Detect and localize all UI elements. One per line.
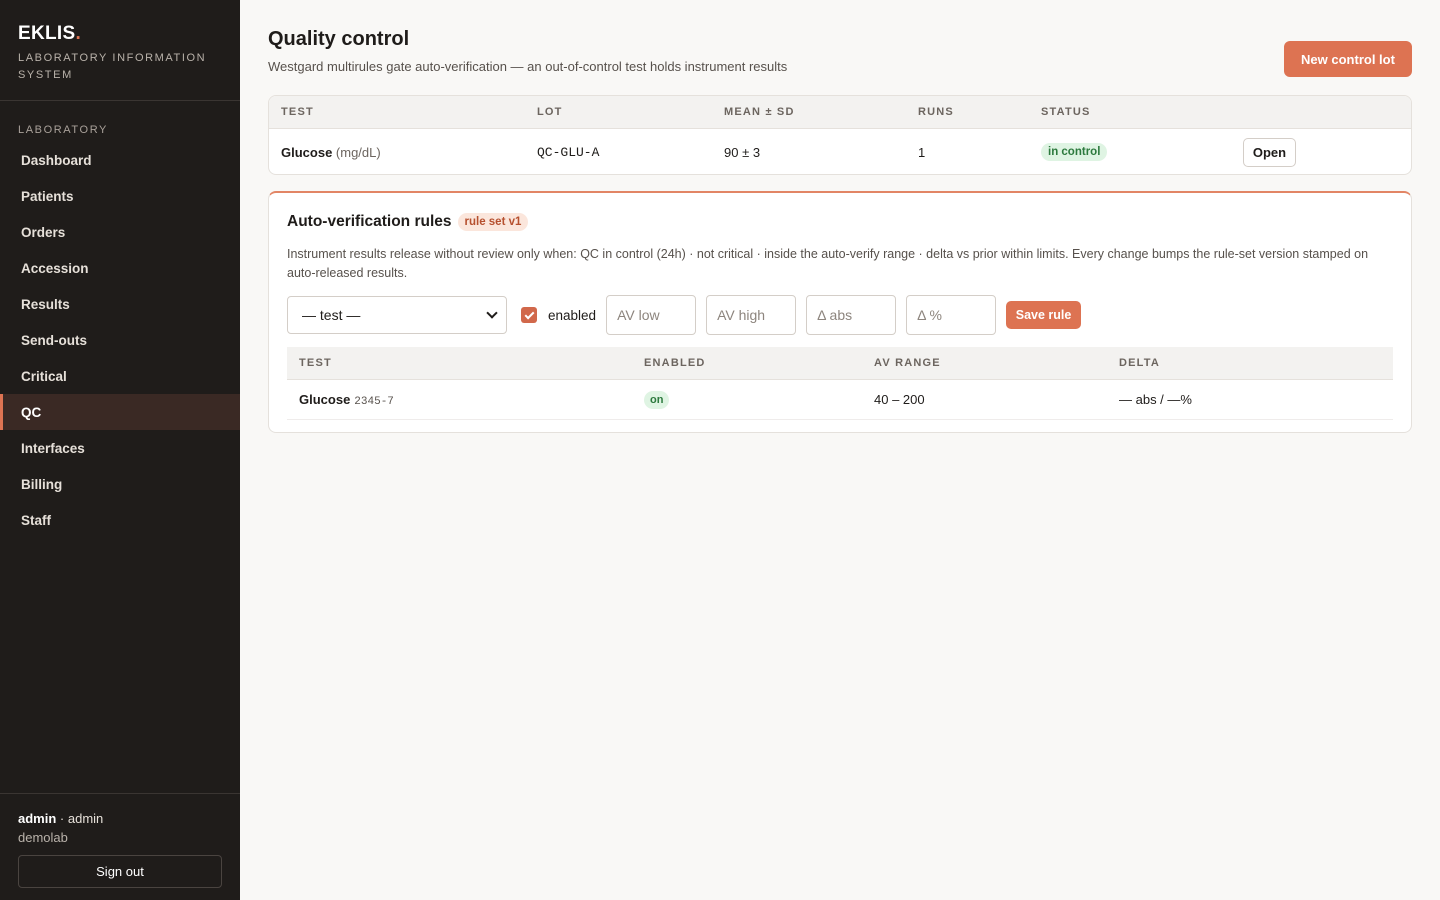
user-role: admin (67, 811, 104, 826)
page-title: Quality control (268, 28, 410, 50)
qc-lot-cell: QC-GLU-A (537, 144, 600, 160)
qc-lots-table: Test Lot Mean ± SD Runs Status Glucose (… (268, 95, 1412, 175)
qc-mean-sd-cell: 90 ± 3 (724, 144, 761, 160)
enabled-badge: on (644, 390, 670, 409)
col-header-enabled: Enabled (644, 357, 706, 369)
test-select-value: — test — (302, 307, 361, 323)
user-name: admin (18, 811, 57, 826)
table-header: Test Lot Mean ± SD Runs Status (269, 96, 1411, 129)
qc-runs-cell: 1 (918, 144, 926, 160)
rules-table: Test Enabled AV range Delta Glucose 2345-… (287, 347, 1393, 420)
sidebar-item-patients[interactable]: Patients (0, 178, 240, 214)
delta-abs-input[interactable] (806, 295, 897, 335)
new-control-lot-button[interactable]: New control lot (1284, 41, 1412, 77)
col-header-mean-sd: Mean ± SD (724, 106, 795, 118)
sidebar-item-send-outs[interactable]: Send-outs (0, 322, 240, 358)
sidebar-item-billing[interactable]: Billing (0, 466, 240, 502)
rule-form: — test — enabled Save rule (287, 295, 1082, 335)
qc-test-name: Glucose (281, 144, 333, 160)
rule-set-version-badge: rule set v1 (457, 213, 529, 231)
enabled-label: enabled (548, 307, 597, 323)
qc-test-unit: (mg/dL) (335, 144, 381, 160)
col-header-test: Test (281, 106, 314, 118)
rule-enabled-cell: on (644, 390, 874, 409)
auto-verification-rules-panel: Auto-verification rules rule set v1 Inst… (268, 191, 1412, 433)
col-header-runs: Runs (918, 106, 954, 118)
logo: EKLIS. (18, 22, 222, 46)
rules-header: Auto-verification rules rule set v1 (287, 213, 529, 231)
chevron-down-icon (486, 307, 498, 319)
rule-delta-cell: — abs / —% (1119, 392, 1192, 407)
delta-pct-input[interactable] (906, 295, 997, 335)
qc-status-cell: in control (1041, 143, 1243, 161)
col-header-test: Test (299, 357, 332, 369)
av-low-input[interactable] (606, 295, 697, 335)
rules-title: Auto-verification rules (287, 213, 452, 230)
rule-test-code: 2345-7 (354, 395, 394, 408)
col-header-av-range: AV range (874, 357, 941, 369)
logo-text: EKLIS (18, 23, 76, 44)
rule-test-name: Glucose (299, 391, 351, 407)
sidebar-item-orders[interactable]: Orders (0, 214, 240, 250)
sidebar-item-critical[interactable]: Critical (0, 358, 240, 394)
page-subtitle: Westgard multirules gate auto-verificati… (268, 59, 788, 74)
open-lot-button[interactable]: Open (1243, 137, 1296, 167)
sidebar-nav: Dashboard Patients Orders Accession Resu… (0, 142, 240, 538)
test-select[interactable]: — test — (287, 296, 507, 334)
sidebar-item-staff[interactable]: Staff (0, 502, 240, 538)
qc-action-cell: Open (1243, 137, 1296, 167)
rule-test-cell: Glucose 2345-7 (287, 392, 644, 408)
sidebar-item-qc[interactable]: QC (0, 394, 240, 430)
sidebar-item-accession[interactable]: Accession (0, 250, 240, 286)
save-rule-button[interactable]: Save rule (1006, 301, 1082, 329)
sidebar-item-results[interactable]: Results (0, 286, 240, 322)
nav-section-label: Laboratory (18, 124, 108, 136)
rule-av-range-cell: 40 – 200 (874, 392, 925, 407)
sidebar: EKLIS. Laboratory Information System Lab… (0, 0, 240, 900)
table-row: Glucose (mg/dL) QC-GLU-A 90 ± 3 1 in con… (269, 129, 1411, 174)
status-badge: in control (1041, 143, 1108, 161)
user-line: admin · admin (18, 809, 222, 828)
col-header-delta: Delta (1119, 357, 1161, 369)
rules-description: Instrument results release without revie… (287, 247, 1369, 280)
av-high-input[interactable] (706, 295, 797, 335)
sidebar-item-dashboard[interactable]: Dashboard (0, 142, 240, 178)
col-header-lot: Lot (537, 106, 563, 118)
table-header: Test Enabled AV range Delta (287, 347, 1393, 380)
user-box: admin · admin demolab Sign out (0, 793, 240, 900)
user-role-sep: · (56, 811, 68, 826)
logo-dot: . (75, 23, 82, 44)
brand-tagline: Laboratory Information System (18, 52, 207, 81)
sidebar-item-interfaces[interactable]: Interfaces (0, 430, 240, 466)
qc-test-cell: Glucose (mg/dL) (269, 145, 537, 160)
enabled-checkbox[interactable] (521, 307, 537, 323)
col-header-status: Status (1041, 106, 1091, 118)
user-org: demolab (18, 830, 68, 845)
sign-out-button[interactable]: Sign out (18, 855, 222, 888)
brand: EKLIS. Laboratory Information System (0, 0, 240, 101)
checkmark-icon (524, 309, 534, 319)
table-row: Glucose 2345-7 on 40 – 200 — abs / —% (287, 380, 1393, 420)
